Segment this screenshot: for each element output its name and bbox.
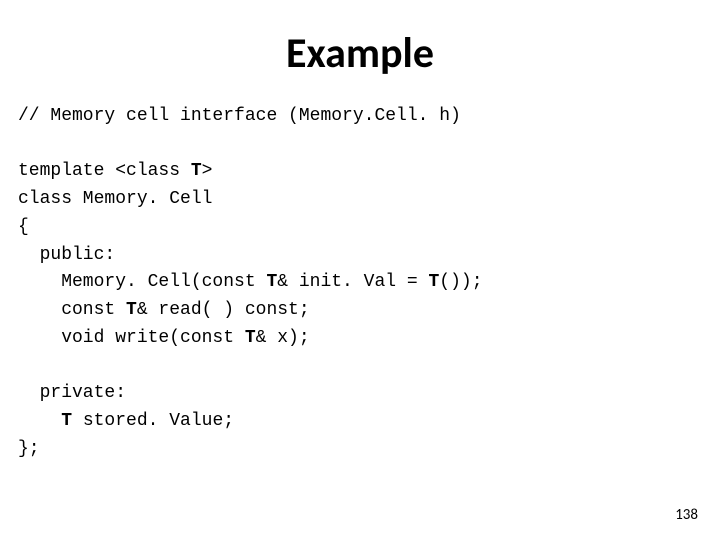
code-text: > [202,161,213,181]
code-line: T stored. Value; [18,408,720,436]
code-text: T [266,272,277,292]
code-text: & init. Val = [277,272,428,292]
code-line: const T& read( ) const; [18,297,720,325]
code-text: & x); [256,328,310,348]
code-line: private: [18,380,720,408]
code-text: template <class [18,161,191,181]
code-text: T [245,328,256,348]
code-line: public: [18,242,720,270]
code-line: Memory. Cell(const T& init. Val = T()); [18,269,720,297]
code-text: T [428,272,439,292]
slide-title: Example [0,0,720,103]
code-text: void write(const [61,328,245,348]
code-text: Memory. Cell(const [61,272,266,292]
code-text: const [61,300,126,320]
code-line: // Memory cell interface (Memory.Cell. h… [18,103,720,131]
code-line: }; [18,436,720,464]
code-text: T [191,161,202,181]
code-text: T [61,411,72,431]
page-number: 138 [675,506,698,524]
code-line: template <class T> [18,158,720,186]
code-line: { [18,214,720,242]
code-text: & read( ) const; [137,300,310,320]
code-line: class Memory. Cell [18,186,720,214]
code-text: T [126,300,137,320]
code-text: stored. Value; [72,411,234,431]
code-block: // Memory cell interface (Memory.Cell. h… [0,103,720,464]
code-text: ()); [439,272,482,292]
code-line: void write(const T& x); [18,325,720,353]
